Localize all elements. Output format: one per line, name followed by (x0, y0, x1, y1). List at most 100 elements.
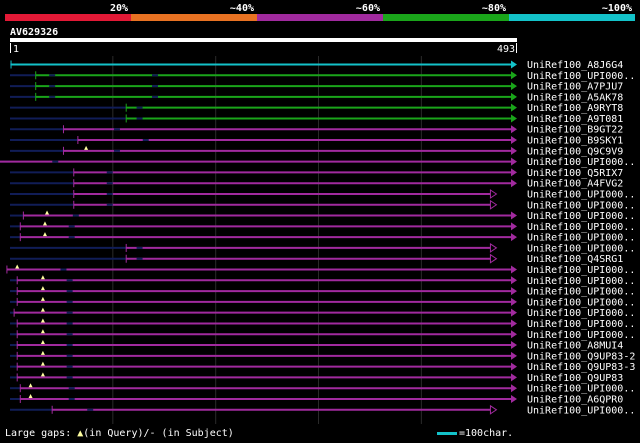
hit-label[interactable]: UniRef100_Q9UP83 (527, 373, 623, 384)
hit-arrow (511, 276, 517, 285)
hit-open-arrow (489, 199, 498, 210)
scale-bar-icon (437, 431, 457, 435)
identity-scale-segment (509, 14, 635, 21)
hit-open-arrow (489, 253, 498, 264)
hit-arrow (511, 308, 517, 317)
scale-legend: =100char. (437, 428, 513, 439)
hit-label[interactable]: UniRef100_UPI000.. (527, 233, 635, 244)
gap-legend-text: (in Query)/- (in Subject) (83, 428, 234, 439)
hit-label[interactable]: UniRef100_A5AK78 (527, 92, 623, 103)
query-gap-triangle (40, 340, 45, 345)
identity-scale-label: ~100% (602, 3, 632, 14)
hit-arrow (511, 233, 517, 242)
hit-arrow (511, 146, 517, 155)
hit-label[interactable]: UniRef100_Q4SRG1 (527, 254, 623, 265)
query-gap-triangle (40, 318, 45, 323)
hit-arrow (511, 114, 517, 123)
query-gap-triangle (40, 361, 45, 366)
scale-legend-text: =100char. (459, 428, 514, 439)
hit-arrow (511, 71, 517, 80)
hit-arrow (511, 330, 517, 339)
hit-arrow (511, 125, 517, 134)
hit-arrow (511, 103, 517, 112)
query-bar (10, 38, 517, 42)
hit-arrow (511, 384, 517, 393)
hit-arrow (511, 82, 517, 91)
query-gap-triangle (42, 221, 47, 226)
hit-arrow (511, 287, 517, 296)
identity-scale-label: ~80% (482, 3, 506, 14)
hit-label[interactable]: UniRef100_A6QPR0 (527, 394, 623, 405)
hit-label[interactable]: UniRef100_UPI000.. (527, 405, 635, 416)
hit-label[interactable]: UniRef100_UPI000.. (527, 189, 635, 200)
hit-arrow (511, 341, 517, 350)
hit-label[interactable]: UniRef100_UPI000.. (527, 211, 635, 222)
hit-arrow (511, 168, 517, 177)
hit-label[interactable]: UniRef100_UPI000.. (527, 384, 635, 395)
identity-scale-label: ~60% (356, 3, 380, 14)
hit-arrow (511, 179, 517, 188)
hit-label[interactable]: UniRef100_A9T081 (527, 114, 623, 125)
identity-scale-label: ~40% (230, 3, 254, 14)
hit-arrow (511, 351, 517, 360)
hit-arrow (511, 319, 517, 328)
hit-label[interactable]: UniRef100_Q5RIX7 (527, 168, 623, 179)
hit-arrow (511, 373, 517, 382)
hit-label[interactable]: UniRef100_B9SKY1 (527, 136, 623, 147)
hit-label[interactable]: UniRef100_B9GT22 (527, 125, 623, 136)
hit-label[interactable]: UniRef100_UPI000.. (527, 330, 635, 341)
hit-label[interactable]: UniRef100_A4FVG2 (527, 179, 623, 190)
gap-legend: Large gaps: ▲(in Query)/- (in Subject) (5, 428, 234, 439)
hit-label[interactable]: UniRef100_A9RYT8 (527, 103, 623, 114)
hit-arrow (511, 265, 517, 274)
hit-label[interactable]: UniRef100_UPI000.. (527, 308, 635, 319)
hit-label[interactable]: UniRef100_A7PJU7 (527, 82, 623, 93)
query-start-label: 1 (13, 44, 19, 55)
hit-label[interactable]: UniRef100_UPI000.. (527, 297, 635, 308)
hit-label[interactable]: UniRef100_UPI000.. (527, 265, 635, 276)
query-gap-triangle (40, 329, 45, 334)
query-gap-triangle (84, 145, 89, 150)
hit-label[interactable]: UniRef100_UPI000.. (527, 71, 635, 82)
hit-open-arrow (489, 242, 498, 253)
query-end-label: 493 (497, 44, 515, 55)
identity-scale-segment (257, 14, 383, 21)
hit-label[interactable]: UniRef100_UPI000.. (527, 200, 635, 211)
hit-label[interactable]: UniRef100_Q9UP83-3 (527, 362, 635, 373)
query-gap-triangle (45, 210, 50, 215)
hit-label[interactable]: UniRef100_Q9C9V9 (527, 146, 623, 157)
gap-legend-prefix: Large gaps: (5, 428, 78, 439)
identity-scale-segment (131, 14, 257, 21)
alignment-graphic: 20% ~40% ~60% ~80% ~100% AV629326 1 493 UniRef10… (0, 3, 635, 424)
hit-arrow (511, 92, 517, 101)
hit-arrow (511, 136, 517, 145)
query-gap-triangle (42, 232, 47, 237)
query-gap-triangle (28, 393, 33, 398)
query-gap-triangle (40, 350, 45, 355)
hit-arrow (511, 222, 517, 231)
query-gap-triangle (40, 286, 45, 291)
hit-label[interactable]: UniRef100_Q9UP83-2 (527, 351, 635, 362)
hit-label[interactable]: UniRef100_UPI000.. (527, 157, 635, 168)
query-gap-triangle (40, 296, 45, 301)
hit-label[interactable]: UniRef100_A8MUI4 (527, 341, 623, 352)
hit-label[interactable]: UniRef100_A8J6G4 (527, 60, 623, 71)
blast-alignment-viewer: 20% ~40% ~60% ~80% ~100% AV629326 1 493 UniRef10… (0, 0, 640, 443)
hit-arrow (511, 297, 517, 306)
hit-label[interactable]: UniRef100_UPI000.. (527, 243, 635, 254)
hit-arrow (511, 60, 517, 69)
query-gap-triangle (40, 275, 45, 280)
hit-label[interactable]: UniRef100_UPI000.. (527, 276, 635, 287)
hit-label[interactable]: UniRef100_UPI000.. (527, 287, 635, 298)
query-gap-triangle (40, 307, 45, 312)
query-gap-triangle (28, 383, 33, 388)
hit-arrow (511, 362, 517, 371)
hit-arrow (511, 394, 517, 403)
identity-scale-segment (5, 14, 131, 21)
hit-label[interactable]: UniRef100_UPI000.. (527, 222, 635, 233)
query-id: AV629326 (10, 27, 58, 38)
hit-arrow (511, 157, 517, 166)
hit-arrow (511, 211, 517, 220)
hit-label[interactable]: UniRef100_UPI000.. (527, 319, 635, 330)
query-gap-triangle (15, 264, 20, 269)
